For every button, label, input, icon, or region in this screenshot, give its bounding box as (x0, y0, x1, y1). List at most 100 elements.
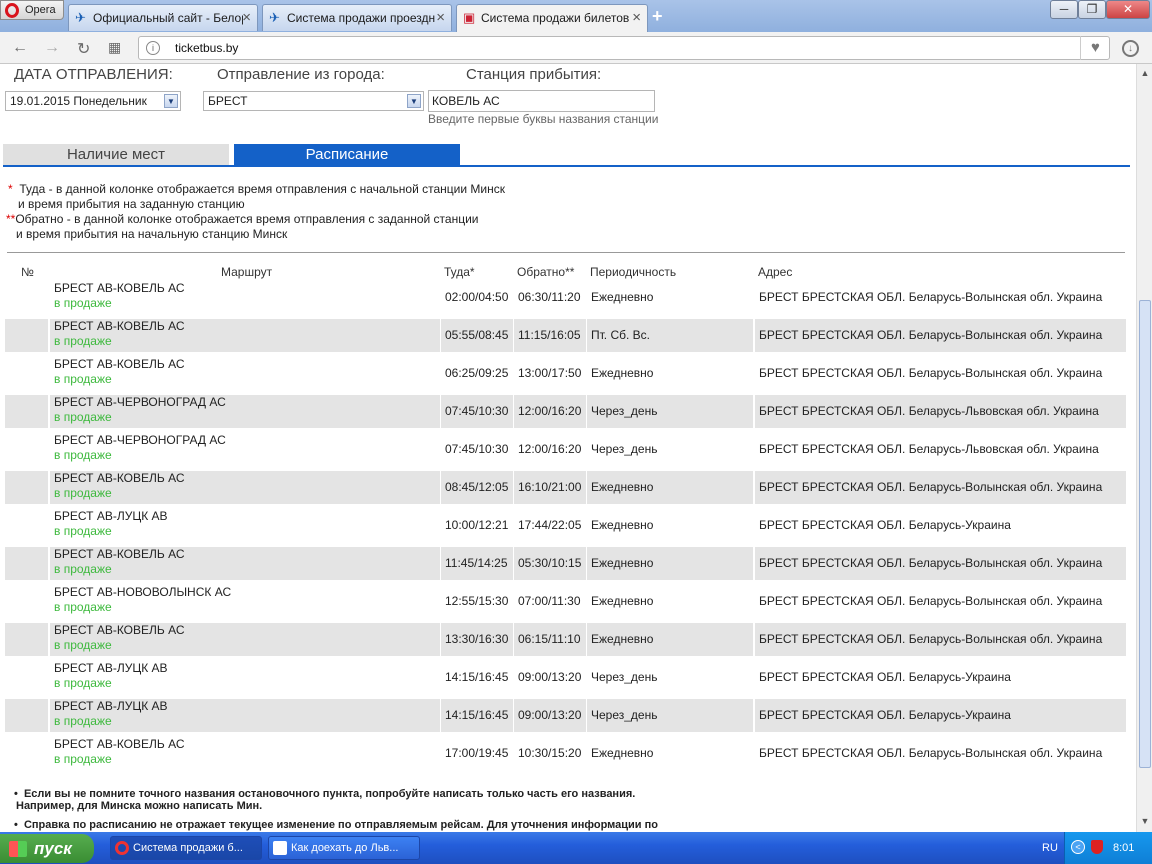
sale-status[interactable]: в продаже (54, 448, 112, 462)
date-label: ДАТА ОТПРАВЛЕНИЯ: (14, 66, 173, 83)
scroll-down-icon[interactable]: ▼ (1138, 816, 1152, 830)
footer-tip-1: • Если вы не помните точного названия ос… (14, 788, 636, 812)
sale-status[interactable]: в продаже (54, 562, 112, 576)
start-button[interactable]: пуск (0, 834, 94, 863)
periodicity: Ежедневно (591, 518, 654, 532)
sale-status[interactable]: в продаже (54, 676, 112, 690)
table-row[interactable]: БРЕСТ АВ-ЧЕРВОНОГРАД АС в продаже 07:45/10… (5, 395, 1126, 428)
there-time-cell: 07:45/10:30 (441, 433, 513, 466)
back-time: 13:00/17:50 (518, 366, 582, 380)
address-cell: БРЕСТ БРЕСТСКАЯ ОБЛ. Беларусь-Украина (755, 661, 1126, 694)
column-header-address: Адрес (758, 265, 793, 279)
tray-arrow-icon[interactable]: < (1071, 840, 1085, 854)
sale-status[interactable]: в продаже (54, 410, 112, 424)
table-row[interactable]: БРЕСТ АВ-КОВЕЛЬ АС в продаже 05:55/08:45 11… (5, 319, 1126, 352)
table-row[interactable]: БРЕСТ АВ-ЛУЦК АВ в продаже 10:00/12:21 17:4… (5, 509, 1126, 542)
tab-schedule[interactable]: Расписание (234, 144, 460, 166)
route-name: БРЕСТ АВ-НОВОВОЛЫНСК АС (54, 585, 232, 599)
browser-tab-2[interactable]: ✈ Система продажи проездн × (262, 4, 452, 31)
table-row[interactable]: БРЕСТ АВ-КОВЕЛЬ АС в продаже 06:25/09:25 13… (5, 357, 1126, 390)
table-row[interactable]: БРЕСТ АВ-ЛУЦК АВ в продаже 14:15/16:45 09:0… (5, 661, 1126, 694)
sale-status[interactable]: в продаже (54, 752, 112, 766)
ticket-icon: ▣ (463, 10, 476, 25)
periodicity-cell: Через_день (587, 699, 753, 732)
scroll-up-icon[interactable]: ▲ (1138, 68, 1152, 82)
route-cell: БРЕСТ АВ-КОВЕЛЬ АС в продаже (50, 623, 440, 656)
download-icon[interactable]: ↓ (1122, 40, 1139, 57)
sale-status[interactable]: в продаже (54, 638, 112, 652)
back-time: 06:15/11:10 (518, 632, 581, 646)
sale-status[interactable]: в продаже (54, 372, 112, 386)
back-time-cell: 06:15/11:10 (514, 623, 586, 656)
tab-availability[interactable]: Наличие мест (3, 144, 229, 166)
chevron-down-icon[interactable]: ▼ (164, 94, 178, 108)
chevron-down-icon[interactable]: ▼ (407, 94, 421, 108)
sale-status[interactable]: в продаже (54, 524, 112, 538)
forward-icon[interactable]: → (44, 39, 60, 57)
sale-status[interactable]: в продаже (54, 714, 112, 728)
back-time-cell: 17:44/22:05 (514, 509, 586, 542)
close-window-button[interactable]: ✕ (1106, 0, 1150, 19)
back-icon[interactable]: ← (12, 39, 28, 57)
scroll-thumb[interactable] (1139, 300, 1151, 768)
there-time: 02:00/04:50 (445, 290, 509, 304)
browser-tab-1[interactable]: ✈ Официальный сайт - Белор × (68, 4, 258, 31)
back-time: 17:44/22:05 (518, 518, 582, 532)
periodicity: Через_день (591, 442, 658, 456)
there-time-cell: 06:25/09:25 (441, 357, 513, 390)
antivirus-shield-icon[interactable] (1091, 840, 1103, 854)
back-time-cell: 07:00/11:30 (514, 585, 586, 618)
taskbar-button-browser[interactable]: Система продажи б... (110, 836, 262, 860)
bookmark-heart-icon[interactable]: ♥ (1080, 36, 1110, 60)
column-header-period: Периодичность (590, 265, 677, 279)
address: БРЕСТ БРЕСТСКАЯ ОБЛ. Беларусь-Волынская … (759, 632, 1103, 646)
there-time-cell: 08:45/12:05 (441, 471, 513, 504)
table-row[interactable]: БРЕСТ АВ-ЛУЦК АВ в продаже 14:15/16:45 09:0… (5, 699, 1126, 732)
browser-window: Opera ✈ Официальный сайт - Белор × ✈ Сис… (0, 0, 1152, 864)
maximize-window-button[interactable]: ❐ (1078, 0, 1106, 19)
there-time-cell: 02:00/04:50 (441, 281, 513, 314)
footer-tip-1-line1: Если вы не помните точного названия оста… (23, 788, 636, 800)
sale-status[interactable]: в продаже (54, 334, 112, 348)
date-select[interactable]: 19.01.2015 Понедельник ▼ (5, 91, 181, 111)
address-cell: БРЕСТ БРЕСТСКАЯ ОБЛ. Беларусь-Волынская … (755, 585, 1126, 618)
vertical-scrollbar[interactable]: ▲ ▼ (1136, 64, 1152, 832)
from-city-label: Отправление из города: (217, 66, 385, 83)
table-row[interactable]: БРЕСТ АВ-КОВЕЛЬ АС в продаже 08:45/12:05 16… (5, 471, 1126, 504)
close-tab-icon[interactable]: × (242, 9, 251, 26)
address-cell: БРЕСТ БРЕСТСКАЯ ОБЛ. Беларусь-Волынская … (755, 623, 1126, 656)
sale-status[interactable]: в продаже (54, 486, 112, 500)
sale-status[interactable]: в продаже (54, 600, 112, 614)
table-row[interactable]: БРЕСТ АВ-НОВОВОЛЫНСК АС в продаже 12:55/15… (5, 585, 1126, 618)
table-row[interactable]: БРЕСТ АВ-КОВЕЛЬ АС в продаже 17:00/19:45 10… (5, 737, 1126, 770)
address: БРЕСТ БРЕСТСКАЯ ОБЛ. Беларусь-Волынская … (759, 480, 1103, 494)
opera-logo-icon (5, 3, 19, 18)
url-field[interactable]: i ticketbus.by (138, 36, 1110, 60)
table-row[interactable]: БРЕСТ АВ-КОВЕЛЬ АС в продаже 02:00/04:50 06… (5, 281, 1126, 314)
periodicity: Ежедневно (591, 746, 654, 760)
speed-dial-icon[interactable]: ▦ (108, 39, 121, 56)
from-city-select[interactable]: БРЕСТ ▼ (203, 91, 424, 111)
table-row[interactable]: БРЕСТ АВ-ЧЕРВОНОГРАД АС в продаже 07:45/10… (5, 433, 1126, 466)
table-row[interactable]: БРЕСТ АВ-КОВЕЛЬ АС в продаже 11:45/14:25 05… (5, 547, 1126, 580)
arrival-station-input[interactable]: КОВЕЛЬ АС (428, 90, 655, 112)
tab-label: Официальный сайт - Белор (93, 11, 243, 25)
periodicity-cell: Ежедневно (587, 509, 753, 542)
close-tab-icon[interactable]: × (436, 9, 445, 26)
page-content: ДАТА ОТПРАВЛЕНИЯ: Отправление из города:… (0, 64, 1136, 832)
table-row[interactable]: БРЕСТ АВ-КОВЕЛЬ АС в продаже 13:30/16:30 06… (5, 623, 1126, 656)
opera-icon (115, 841, 129, 855)
browser-tab-3-active[interactable]: ▣ Система продажи билетов × (456, 4, 648, 32)
new-tab-icon[interactable]: + (652, 6, 663, 27)
close-tab-icon[interactable]: × (632, 9, 641, 26)
periodicity-cell: Ежедневно (587, 471, 753, 504)
back-time-cell: 12:00/16:20 (514, 395, 586, 428)
opera-menu-button[interactable]: Opera (0, 0, 64, 20)
tab-bar: Opera ✈ Официальный сайт - Белор × ✈ Сис… (0, 0, 1152, 32)
minimize-window-button[interactable]: ─ (1050, 0, 1078, 19)
taskbar-button-word[interactable]: Как доехать до Льв... (268, 836, 420, 860)
language-indicator[interactable]: RU (1042, 842, 1058, 854)
reload-icon[interactable]: ↻ (77, 39, 90, 59)
sale-status[interactable]: в продаже (54, 296, 112, 310)
site-info-icon[interactable]: i (146, 41, 160, 55)
